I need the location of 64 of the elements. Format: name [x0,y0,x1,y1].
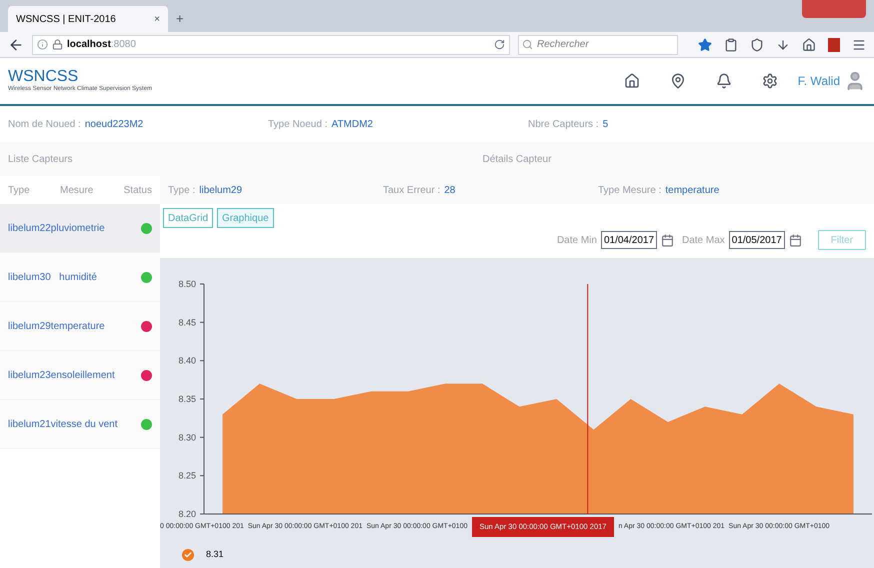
back-icon[interactable] [8,36,24,52]
home-icon[interactable] [802,38,816,52]
close-tab-button[interactable]: × [154,12,160,26]
field-label: Type Noeud : [268,118,328,132]
field-value: libelum29 [199,184,242,198]
y-tick-label: 8.25 [178,470,196,481]
field-label: Nom de Noued : [8,118,81,132]
field-label: Nbre Capteurs : [528,118,599,132]
date-max-label: Date Max [682,234,725,248]
date-max-field[interactable]: 01/05/2017 [728,231,785,249]
legend-label: 8.31 [206,548,224,561]
url-text: localhost:8080 [67,38,136,52]
field-label: Type Mesure : [598,184,662,198]
date-min-label: Date Min [556,234,597,248]
field-label: Taux Erreur : [383,184,440,198]
sensor-row[interactable]: libelum23ensoleillement [0,351,160,400]
info-icon [37,39,48,50]
lock-icon [52,39,63,50]
search-field[interactable]: Rechercher [518,34,678,54]
field-value: temperature [665,184,720,198]
y-tick-label: 8.35 [178,394,196,404]
y-tick-label: 8.40 [178,356,196,366]
clipboard-icon[interactable] [724,38,738,52]
calendar-icon[interactable] [660,234,674,246]
field-value: ATMDM2 [331,118,373,132]
notification-bell-icon[interactable] [716,73,732,89]
shield-icon[interactable] [750,38,764,52]
bookmark-star-icon[interactable] [698,38,712,52]
tab-title: WSNCSS | ENIT-2016 [16,12,117,26]
calendar-icon[interactable] [788,234,802,246]
field-value: 5 [602,118,608,132]
sensor-row[interactable]: libelum30 humidité [0,253,160,302]
field-value: noeud223M2 [84,118,144,132]
settings-icon[interactable] [762,73,778,89]
home-icon[interactable] [624,73,640,89]
sensor-row[interactable]: libelum29temperature [0,302,160,351]
reload-icon[interactable] [494,39,505,50]
sensor-row[interactable]: libelum22pluviometrie [0,204,160,253]
section-title: Détails Capteur [160,142,874,176]
download-icon[interactable] [776,38,790,52]
y-tick-label: 8.30 [178,432,196,442]
y-tick-label: 8.20 [178,509,196,519]
brand-title[interactable]: WSNCSS [8,68,152,84]
legend-checkbox[interactable] [182,548,194,561]
field-value: 28 [444,184,456,198]
y-tick-label: 8.45 [178,317,196,328]
address-bar[interactable]: localhost:8080 [32,34,510,54]
field-label: Type : [168,184,196,198]
y-tick-label: 8.50 [178,279,196,289]
column-header: Type [8,184,30,198]
check-icon [184,550,192,559]
view-toggle-button[interactable]: DataGrid [163,208,214,228]
user-name[interactable]: F. Walid [798,72,840,90]
menu-icon[interactable] [852,38,866,52]
extension-icon[interactable] [828,38,840,52]
browser-tab[interactable]: WSNCSS | ENIT-2016 × [8,6,168,32]
column-header: Status [124,184,152,198]
sensor-row[interactable]: libelum21vitesse du vent [0,400,160,449]
search-icon [522,38,533,50]
section-title: Liste Capteurs [0,142,160,176]
column-header: Mesure [60,184,94,198]
location-pin-icon[interactable] [670,73,686,89]
date-min-field[interactable]: 01/04/2017 [600,231,657,249]
new-tab-button[interactable]: + [176,8,184,28]
